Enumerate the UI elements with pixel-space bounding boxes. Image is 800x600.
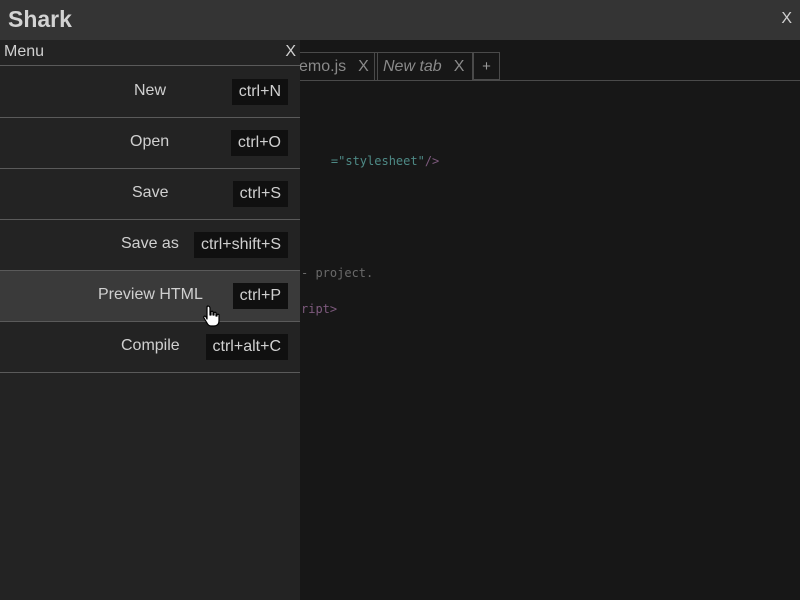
- menu-item-save[interactable]: Save ctrl+S: [0, 169, 300, 220]
- menu-title: Menu: [4, 43, 45, 60]
- code-line[interactable]: ="stylesheet"/>: [302, 140, 439, 182]
- hand-pointer-icon: [203, 305, 220, 327]
- menu-item-preview-html[interactable]: Preview HTML ctrl+P: [0, 271, 300, 322]
- code-line[interactable]: - project.: [301, 266, 373, 280]
- window-close-button[interactable]: X: [781, 10, 792, 28]
- menu-item-open[interactable]: Open ctrl+O: [0, 118, 300, 169]
- menu-item-new[interactable]: New ctrl+N: [0, 67, 300, 118]
- app-title: Shark: [8, 6, 72, 32]
- code-line[interactable]: ript>: [301, 302, 337, 316]
- menu-item-label: Save as: [121, 235, 179, 252]
- tab-label: New tab: [383, 57, 442, 75]
- title-bar: Shark X: [0, 0, 800, 40]
- menu-item-label: Compile: [121, 337, 180, 354]
- shortcut-badge: ctrl+P: [232, 283, 288, 309]
- menu-item-label: Open: [130, 133, 170, 150]
- menu-item-save-as[interactable]: Save as ctrl+shift+S: [0, 220, 300, 271]
- menu-close-button[interactable]: X: [285, 43, 296, 61]
- shortcut-badge: ctrl+N: [231, 79, 288, 105]
- shortcut-badge: ctrl+O: [230, 130, 288, 156]
- menu-item-label: Preview HTML: [98, 286, 203, 303]
- shortcut-badge: ctrl+alt+C: [205, 334, 288, 360]
- menu-item-label: Save: [132, 184, 169, 201]
- code-string: ="stylesheet": [330, 154, 425, 168]
- tab-close-button[interactable]: X: [358, 58, 369, 76]
- tab-new-tab[interactable]: New tab X: [374, 52, 474, 80]
- shortcut-badge: ctrl+shift+S: [193, 232, 288, 258]
- menu-item-label: New: [134, 82, 167, 99]
- add-tab-button[interactable]: +: [473, 52, 500, 80]
- code-tag: />: [424, 154, 440, 168]
- menu-header: Menu X: [0, 40, 300, 66]
- tab-close-button[interactable]: X: [454, 58, 465, 76]
- tab-label: emo.js: [299, 57, 347, 75]
- menu-item-compile[interactable]: Compile ctrl+alt+C: [0, 322, 300, 373]
- tab-demo-js[interactable]: emo.js X: [290, 52, 378, 80]
- menu-panel: Menu X New ctrl+N Open ctrl+O Save ctrl+…: [0, 40, 300, 600]
- shortcut-badge: ctrl+S: [232, 181, 288, 207]
